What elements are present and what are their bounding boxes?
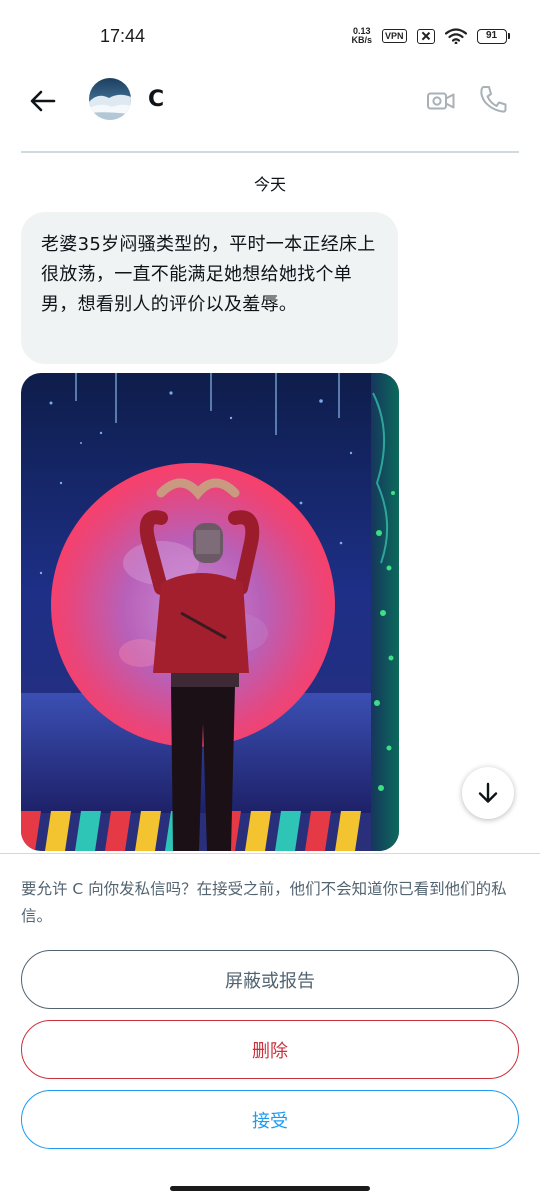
date-separator: 今天 [253,175,286,194]
message-request-panel: 要允许 C 向你发私信吗？在接受之前，他们不会知道你已看到他们的私信。 屏蔽或报… [0,853,540,1200]
delete-button[interactable]: 删除 [21,1020,519,1079]
battery-level: 91 [476,28,507,44]
block-or-report-button[interactable]: 屏蔽或报告 [21,950,519,1009]
network-speed-unit: KB/s [351,35,372,45]
home-indicator[interactable] [170,1186,370,1191]
video-camera-icon [427,92,455,110]
back-arrow-icon [30,90,56,112]
chat-header: C [0,76,540,151]
network-speed: 0.13 KB/s [351,27,372,45]
contact-name[interactable]: C [148,87,164,112]
request-prompt: 要允许 C 向你发私信吗？在接受之前，他们不会知道你已看到他们的私信。 [21,880,507,925]
voice-call-button[interactable] [479,84,507,114]
arrow-down-icon [478,782,498,803]
contact-avatar[interactable] [89,78,131,120]
no-sim-icon [416,28,435,44]
scroll-to-bottom-button[interactable] [462,767,514,819]
vpn-icon: VPN [381,29,407,43]
battery-icon: 91 [476,28,510,44]
status-bar: 17:44 0.13 KB/s VPN 91 [0,0,540,76]
dm-request-screen: 17:44 0.13 KB/s VPN 91 C 今天 老婆35岁闷骚类型的，平… [0,0,540,1200]
video-call-button[interactable] [426,86,456,116]
accept-button[interactable]: 接受 [21,1090,519,1149]
back-button[interactable] [26,84,60,118]
status-time: 17:44 [100,26,146,46]
header-divider [21,151,519,153]
status-icons: 0.13 KB/s VPN 91 [351,27,510,45]
message-image[interactable] [21,373,399,851]
wifi-icon [444,28,467,44]
message-bubble[interactable]: 老婆35岁闷骚类型的，平时一本正经床上很放荡，一直不能满足她想给她找个单男，想看… [21,212,398,364]
phone-icon [480,86,507,113]
